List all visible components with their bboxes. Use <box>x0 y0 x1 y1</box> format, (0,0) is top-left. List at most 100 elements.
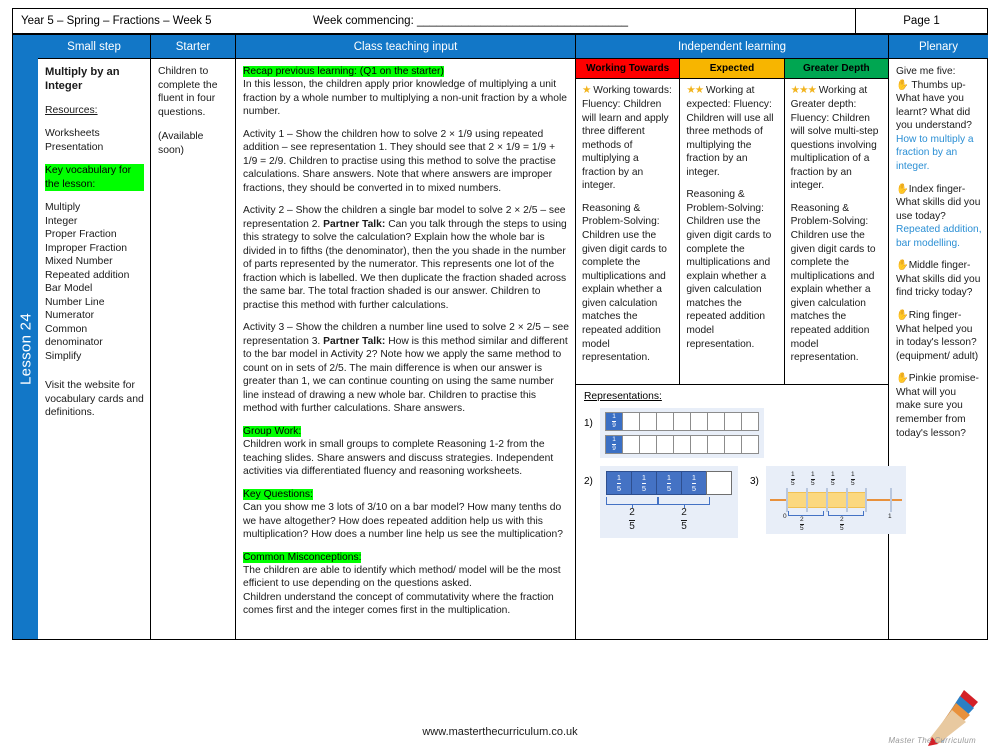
fraction-two-fifths: 25 <box>840 516 844 532</box>
brace <box>658 497 710 508</box>
number-line-tick <box>786 488 788 512</box>
bar-cell <box>707 435 725 454</box>
plenary-item-index-finger: ✋Index finger- What skills did you use t… <box>896 183 982 251</box>
key-questions-tag: Key Questions: <box>243 488 313 500</box>
partner-talk-label: Partner Talk: <box>323 218 386 230</box>
recap-text: In this lesson, the children apply prior… <box>243 79 567 118</box>
activity-3-post: How is this method similar and different… <box>243 335 568 415</box>
column-header-starter: Starter <box>151 35 235 59</box>
plenary-prompt: Index finger- What skills did you use to… <box>896 183 981 222</box>
fraction-one-fifth: 15 <box>641 473 647 493</box>
group-labels: 25 25 <box>606 507 732 532</box>
activity-3: Activity 3 – Show the children a number … <box>243 321 569 415</box>
group-work-block: Group Work: Children work in small group… <box>243 425 569 479</box>
band-body-expected: ★★ Working at expected: Fluency: Childre… <box>680 79 783 384</box>
column-starter: Starter Children to complete the fluent … <box>150 35 235 639</box>
lesson-number-spine: Lesson 24 <box>13 35 38 639</box>
table-columns: Small step Multiply by an Integer Resour… <box>38 35 988 639</box>
band-reasoning-greater-depth: Reasoning & Problem-Solving: Children us… <box>790 202 876 364</box>
band-label-expected: Expected <box>680 59 784 79</box>
brace <box>606 497 658 508</box>
bar-cell <box>741 435 759 454</box>
bar-cell-shaded: 15 <box>606 471 632 495</box>
band-expected: Expected ★★ Working at expected: Fluency… <box>679 59 784 384</box>
activity-1: Activity 1 – Show the children how to so… <box>243 128 556 194</box>
bar-cell <box>724 412 742 431</box>
bar-cell <box>673 412 691 431</box>
group-label: 25 <box>606 507 658 532</box>
recap-tag: Recap previous learning: (Q1 on the star… <box>243 66 444 77</box>
starter-content: Children to complete the fluent in four … <box>151 59 235 639</box>
bar-model-row: 15 15 15 15 <box>606 471 732 495</box>
bar-cell <box>656 435 674 454</box>
hand-icon: ✋ <box>896 310 909 321</box>
teaching-input-content: Recap previous learning: (Q1 on the star… <box>236 59 575 639</box>
bar-cell <box>690 435 708 454</box>
column-header-class-teaching-input: Class teaching input <box>236 35 575 59</box>
number-line-label-zero: 0 <box>783 513 787 520</box>
band-working-towards: Working Towards ★ Working towards: Fluen… <box>576 59 680 384</box>
bar-cell <box>639 435 657 454</box>
brace <box>788 511 824 516</box>
column-independent-learning: Independent learning Working Towards ★ W… <box>575 35 906 639</box>
star-rating-icon: ★★ <box>686 84 704 96</box>
lesson-number-label: Lesson 24 <box>17 313 34 386</box>
plenary-answer: How to multiply a fraction by an integer… <box>896 133 974 172</box>
number-line-tick <box>890 488 892 512</box>
plenary-intro: Give me five: <box>896 66 956 77</box>
bar-cell-shaded: 15 <box>656 471 682 495</box>
list-item: Bar Model <box>45 283 93 295</box>
group-work-tag: Group Work: <box>243 425 302 437</box>
fraction-one-fifth: 15 <box>691 473 697 493</box>
band-fluency-working-towards: ★ Working towards: Fluency: Children wil… <box>582 84 673 193</box>
footer-website-url[interactable]: www.masterthecurriculum.co.uk <box>0 726 1000 738</box>
lesson-plan-table: Lesson 24 Small step Multiply by an Inte… <box>12 34 988 640</box>
recap-block: Recap previous learning: (Q1 on the star… <box>243 65 569 119</box>
bar-cell <box>622 435 640 454</box>
column-header-plenary: Plenary <box>889 35 988 59</box>
list-item: Improper Fraction <box>45 242 127 254</box>
number-line-tick <box>806 488 808 512</box>
fraction-one-ninth: 19 <box>612 436 616 452</box>
representation-3-diagram: 15 15 15 15 0 1 25 25 <box>766 466 906 534</box>
band-heading: Working towards: <box>593 85 672 96</box>
group-work-text: Children work in small groups to complet… <box>243 439 554 478</box>
week-commencing-field[interactable]: Week commencing: _______________________… <box>293 15 855 27</box>
fraction-one-fifth: 15 <box>811 471 815 487</box>
fraction-one-fifth: 15 <box>616 473 622 493</box>
bar-cell <box>639 412 657 431</box>
column-small-step: Small step Multiply by an Integer Resour… <box>38 35 150 639</box>
bar-cell-shaded: 19 <box>605 412 623 431</box>
bar-model-row: 19 <box>605 412 759 431</box>
band-reasoning-expected: Reasoning & Problem-Solving: Children us… <box>686 189 772 350</box>
list-item: Proper Fraction <box>45 229 117 241</box>
list-item: Numerator <box>45 310 95 322</box>
starter-text: Children to complete the fluent in four … <box>158 66 218 118</box>
key-questions-text: Can you show me 3 lots of 3/10 on a bar … <box>243 502 563 541</box>
plenary-prompt: Pinkie promise- What will you make sure … <box>896 373 979 439</box>
representation-3: 3) 15 1 5 1 5 1 5 0 1 2 5 2 5 <box>750 466 906 534</box>
independent-learning-content: Working Towards ★ Working towards: Fluen… <box>576 59 906 639</box>
small-step-content: Multiply by an Integer Resources: Worksh… <box>38 59 150 639</box>
bar-cell-shaded: 15 <box>681 471 707 495</box>
number-line-label-one: 1 <box>888 513 892 520</box>
misconceptions-tag: Common Misconceptions: <box>243 551 362 563</box>
misconceptions-text-2: Children understand the concept of commu… <box>243 591 554 617</box>
unit-title: Year 5 – Spring – Fractions – Week 5 <box>21 15 212 27</box>
number-line-tick <box>865 488 867 512</box>
column-header-small-step: Small step <box>38 35 150 59</box>
hand-icon: ✋ <box>896 260 909 272</box>
representations-section: Representations: 1) 19 1 9 2) 1 5 1 5 1 … <box>576 384 906 639</box>
column-header-independent-learning: Independent learning <box>576 35 888 59</box>
representations-title: Representations: <box>584 391 662 402</box>
fraction-two-fifths: 25 <box>681 507 687 532</box>
page-number: Page 1 <box>855 9 987 33</box>
representation-1-number: 1) <box>584 418 593 429</box>
band-label-working-towards: Working Towards <box>576 59 680 79</box>
fraction-one-ninth: 19 <box>612 413 616 429</box>
representation-2-diagram: 15 15 15 15 2 5 2 5 <box>600 466 738 538</box>
document-header-bar: Year 5 – Spring – Fractions – Week 5 Wee… <box>12 8 988 34</box>
list-item: Common denominator <box>45 323 103 349</box>
list-item: Simplify <box>45 350 82 362</box>
bar-cell <box>707 412 725 431</box>
